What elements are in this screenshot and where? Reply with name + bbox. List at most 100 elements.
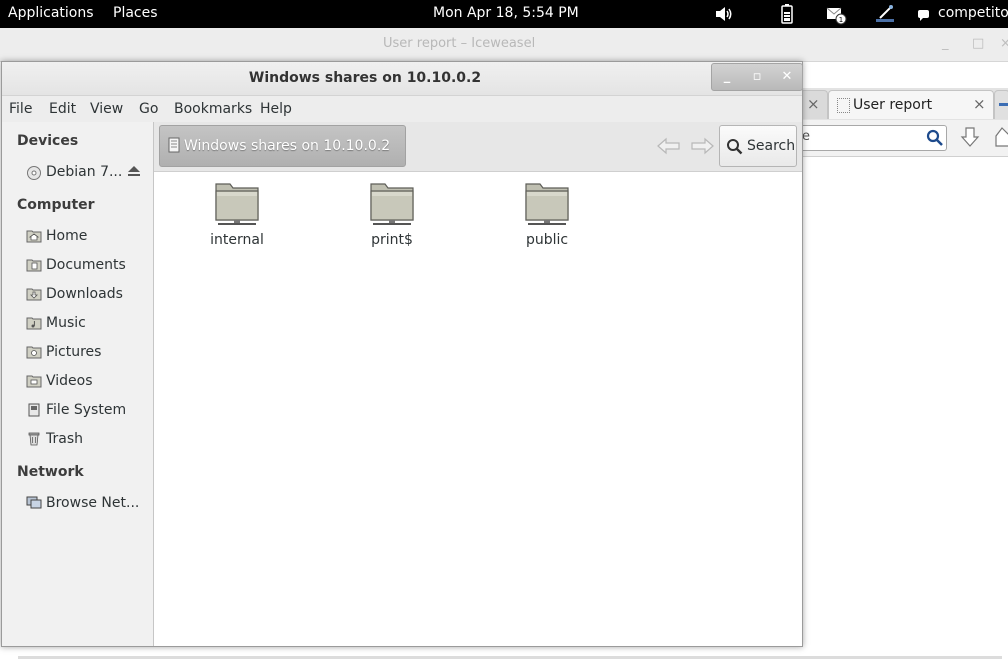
url-bar[interactable]: e [800,125,947,151]
close-icon[interactable]: × [973,95,986,113]
menu-view[interactable]: View [90,101,123,117]
top-panel: Applications Places Mon Apr 18, 5:54 PM … [0,0,1008,28]
file-item-print[interactable]: print$ [342,178,442,248]
network-icon [26,496,42,510]
volume-icon[interactable] [713,3,735,25]
close-button[interactable]: ✕ [772,64,802,90]
iceweasel-maximize-button[interactable]: □ [972,36,984,51]
computer-heading: Computer [17,197,95,213]
sidebar-item-label: Music [46,315,86,331]
maximize-button[interactable]: ▫ [742,64,772,90]
sidebar-item-label: Browse Net... [46,495,140,511]
iceweasel-close-button[interactable]: × [1000,36,1008,51]
network-heading: Network [17,464,84,480]
search-button[interactable]: Search [719,125,797,167]
battery-icon[interactable] [776,3,798,25]
search-icon[interactable] [926,129,944,151]
page-icon [837,98,850,113]
chat-icon[interactable] [916,3,938,25]
tab-previous[interactable]: × [800,90,828,119]
file-view[interactable]: internal print$ public [154,172,802,646]
sidebar-item-music[interactable]: Music [26,314,136,334]
search-icon [726,138,743,159]
search-label: Search [747,138,796,154]
path-label: Windows shares on 10.10.0.2 [184,138,391,154]
sidebar-item-label: Pictures [46,344,102,360]
eject-icon[interactable] [127,164,141,182]
file-name: print$ [371,232,413,248]
sidebar-item-label: Downloads [46,286,123,302]
tab-label: User report [853,97,933,113]
menu-bookmarks[interactable]: Bookmarks [174,101,252,117]
menubar: File Edit View Go Bookmarks Help [2,96,802,122]
file-name: public [525,232,569,248]
network-server-icon [167,137,181,158]
separator [18,656,1002,659]
plus-icon [999,103,1008,106]
home-icon[interactable] [992,126,1008,152]
path-bar-button[interactable]: Windows shares on 10.10.0.2 [159,125,406,167]
new-tab-button[interactable] [994,90,1008,119]
pictures-folder-icon [26,345,42,359]
menu-edit[interactable]: Edit [49,101,76,117]
iceweasel-minimize-button[interactable]: _ [942,36,949,51]
window-controls: _ ▫ ✕ [711,63,803,91]
file-manager-titlebar[interactable]: Windows shares on 10.10.0.2 _ ▫ ✕ [2,62,803,96]
sidebar-item-videos[interactable]: Videos [26,372,136,392]
applications-menu[interactable]: Applications [8,5,94,21]
file-manager-window: Windows shares on 10.10.0.2 _ ▫ ✕ File E… [1,61,803,647]
sidebar-item-label: File System [46,402,127,418]
sidebar-item-home[interactable]: Home [26,227,136,247]
menu-go[interactable]: Go [139,101,158,117]
minimize-button[interactable]: _ [712,64,742,90]
svg-text:1: 1 [839,16,843,24]
sidebar-item-downloads[interactable]: Downloads [26,285,136,305]
sidebar-item-browse-network[interactable]: Browse Net... [26,494,142,514]
music-folder-icon [26,316,42,330]
videos-folder-icon [26,374,42,388]
menu-help[interactable]: Help [260,101,292,117]
downloads-folder-icon [26,287,42,301]
close-icon[interactable]: × [807,95,820,113]
sidebar-item-trash[interactable]: Trash [26,430,136,450]
sidebar: Devices Debian 7... Computer Home Docume… [2,122,154,646]
devices-heading: Devices [17,133,79,149]
clock[interactable]: Mon Apr 18, 5:54 PM [433,5,579,21]
trash-icon [26,432,42,446]
tab-user-report[interactable]: User report × [828,90,994,119]
file-item-internal[interactable]: internal [187,178,287,248]
sidebar-item-file-system[interactable]: File System [26,401,136,421]
network-share-folder-icon [214,180,260,232]
places-menu[interactable]: Places [113,5,158,21]
window-title: Windows shares on 10.10.0.2 [248,70,482,86]
sidebar-item-label: Trash [46,431,83,447]
forward-arrow-icon[interactable] [690,137,714,159]
back-arrow-icon[interactable] [657,137,681,159]
iceweasel-tabbar: × User report × [800,88,1008,120]
file-item-public[interactable]: public [497,178,597,248]
download-icon[interactable] [960,126,980,154]
sidebar-item-documents[interactable]: Documents [26,256,136,276]
user-menu[interactable]: competito [938,5,1008,21]
url-text: e [802,129,810,144]
sidebar-item-label: Documents [46,257,126,273]
sidebar-item-label: Debian 7... [46,164,123,180]
iceweasel-title: User report – Iceweasel [383,36,536,51]
sidebar-item-pictures[interactable]: Pictures [26,343,136,363]
home-folder-icon [26,229,42,243]
menu-file[interactable]: File [9,101,32,117]
notification-icon[interactable]: 1 [825,3,847,25]
iceweasel-navbar: e [800,120,1008,157]
harddisk-icon [26,403,42,417]
accessibility-icon[interactable] [874,3,896,25]
file-name: internal [210,232,264,248]
documents-folder-icon [26,258,42,272]
network-share-folder-icon [524,180,570,232]
sidebar-item-debian[interactable]: Debian 7... [26,163,148,183]
sidebar-item-label: Videos [46,373,93,389]
toolbar: Windows shares on 10.10.0.2 Search [154,122,802,172]
network-share-folder-icon [369,180,415,232]
iceweasel-titlebar: User report – Iceweasel _ □ × [0,28,1008,62]
disc-icon [26,165,42,180]
sidebar-item-label: Home [46,228,88,244]
